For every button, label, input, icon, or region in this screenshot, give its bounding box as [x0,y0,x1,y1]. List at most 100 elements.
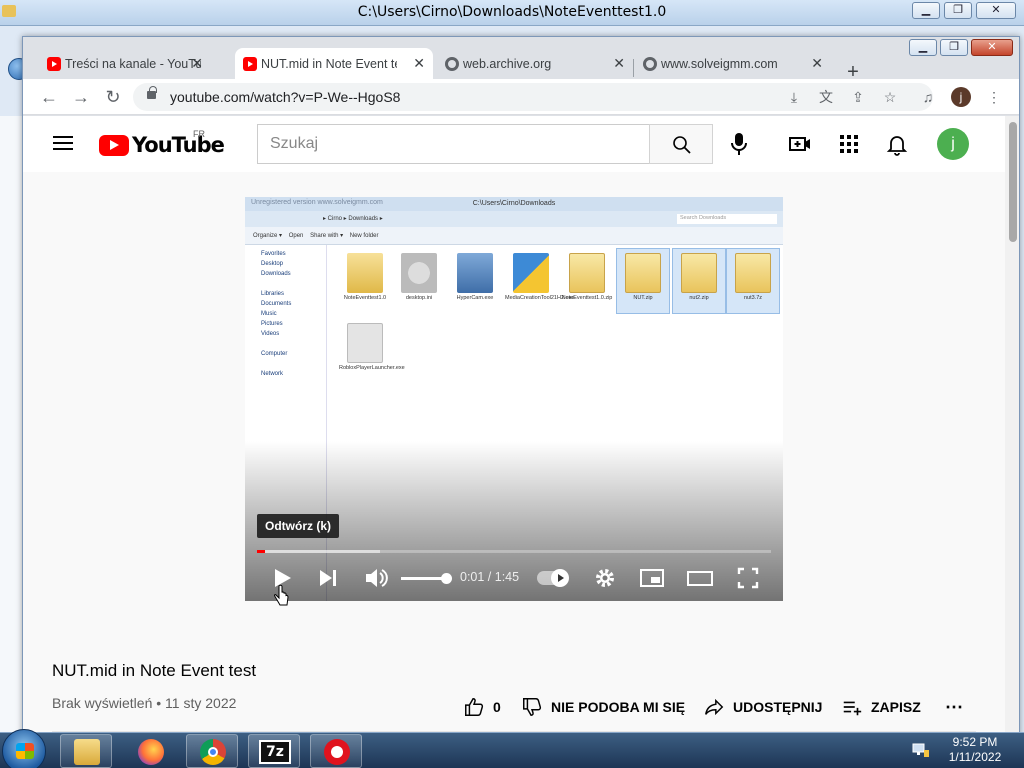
dislike-label: NIE PODOBA MI SIĘ [551,699,686,715]
like-count: 0 [493,699,501,715]
recorder-icon [324,739,350,765]
video-watermark: Unregistered version www.solveigmm.com [251,199,383,206]
file-item: RobloxPlayerLauncher.exe [339,319,405,383]
dislike-button[interactable]: NIE PODOBA MI SIĘ [521,692,685,722]
chrome-close-button[interactable]: ✕ [971,39,1013,56]
nav-item: Music [261,311,277,317]
search-input[interactable]: Szukaj [257,124,649,164]
clock-date: 1/11/2022 [948,750,1002,764]
create-video-icon[interactable] [788,132,812,156]
close-icon[interactable]: ✕ [413,55,425,72]
save-button[interactable]: ZAPISZ [841,692,921,722]
taskbar-firefox[interactable] [124,734,176,768]
progress-bar[interactable] [257,550,771,553]
share-button[interactable]: UDOSTĘPNIJ [703,692,822,722]
microphone-icon[interactable] [727,130,751,158]
more-actions-icon[interactable]: ⋯ [945,692,963,722]
search-icon [673,136,691,154]
tab-label: Treści na kanale - YouTube [65,56,201,71]
taskbar-chrome[interactable] [186,734,238,768]
back-button[interactable]: ← [37,85,61,109]
media-control-icon[interactable]: ♫ [919,88,937,106]
globe-icon [445,57,459,71]
nav-item: Videos [261,331,280,337]
save-label: ZAPISZ [871,699,921,715]
taskbar-explorer[interactable] [60,734,112,768]
close-icon[interactable]: ✕ [613,55,625,72]
player-controls: 0:01 / 1:45 [245,563,783,593]
lock-icon[interactable] [147,86,157,99]
forward-button[interactable]: → [69,85,93,109]
taskbar-7zip[interactable]: 7z [248,734,300,768]
install-icon[interactable]: ⤓ [785,88,803,106]
firefox-icon [138,739,164,765]
network-tray-icon[interactable] [912,742,930,758]
share-arrow-icon [705,698,724,716]
scrollbar-thumb[interactable] [1009,122,1017,242]
volume-slider-handle[interactable] [441,573,452,584]
video-frame-toolbar-item: Share with ▾ [310,233,344,239]
video-player[interactable]: C:\Users\Cirno\Downloads Unregistered ve… [245,197,783,601]
volume-icon[interactable] [361,563,391,593]
reload-button[interactable]: ↻ [101,85,125,109]
more-menu-icon[interactable]: ⋮ [985,88,1003,106]
nav-item: Network [261,371,284,377]
tab-solveigmm[interactable]: www.solveigmm.com ✕ [635,48,831,79]
thumbs-down-icon [523,698,542,716]
windows-logo-icon [16,743,34,759]
tab-channel-content[interactable]: Treści na kanale - YouTube ✕ [39,48,211,79]
close-icon[interactable]: ✕ [811,55,823,72]
file-item: NUT.zip [616,248,670,314]
settings-gear-icon[interactable] [590,563,620,593]
file-item: MediaCreationTool21H2.exe [505,249,574,313]
share-icon[interactable]: ⇪ [849,88,867,106]
tab-label: web.archive.org [463,56,552,71]
video-frame-addressbar: ▸ Cirno ▸ Downloads ▸ Search Downloads [245,211,783,227]
nav-item: Documents [261,301,292,307]
translate-icon[interactable]: 文 [817,88,835,106]
playlist-add-icon [843,701,862,716]
miniplayer-icon[interactable] [637,563,667,593]
search-placeholder: Szukaj [270,135,319,152]
nav-item: Favorites [261,251,286,257]
tab-web-archive[interactable]: web.archive.org ✕ [437,48,633,79]
video-frame-breadcrumb: ▸ Cirno ▸ Downloads ▸ [323,216,383,222]
video-frame-toolbar-item: New folder [349,233,379,239]
start-button[interactable] [2,729,46,768]
search-button[interactable] [649,124,713,164]
account-avatar[interactable]: j [937,128,969,160]
profile-avatar[interactable]: j [951,87,971,107]
like-button[interactable]: 0 [463,692,501,722]
autoplay-toggle[interactable] [537,569,569,587]
taskbar-recorder[interactable] [310,734,362,768]
youtube-header: YouTube FR Szukaj j [23,116,1005,172]
close-icon[interactable]: ✕ [191,55,203,72]
theater-mode-icon[interactable] [685,563,715,593]
menu-icon[interactable] [53,136,73,150]
url-text[interactable]: youtube.com/watch?v=P-We--HgoS8 [170,89,400,105]
restore-button[interactable]: ❐ [944,2,972,19]
7zip-icon: 7z [259,740,291,764]
file-item: nut2.zip [672,248,726,314]
page-scrollbar[interactable] [1005,116,1019,735]
notifications-bell-icon[interactable] [885,132,909,156]
video-frame-toolbar-item: Organize ▾ [253,233,283,239]
file-item: desktop.ini [393,249,445,313]
address-bar[interactable]: youtube.com/watch?v=P-We--HgoS8 ⤓ 文 ⇪ ☆ [133,83,933,111]
system-clock[interactable]: 9:52 PM 1/11/2022 [940,735,1010,765]
youtube-logo[interactable]: YouTube [99,133,225,157]
video-frame-toolbar: Organize ▾ Open Share with ▾ New folder [245,227,783,245]
outer-nav-pane [0,116,22,736]
chrome-icon [200,739,226,765]
next-icon[interactable] [313,563,343,593]
fullscreen-icon[interactable] [733,563,763,593]
close-button[interactable]: ✕ [976,2,1016,19]
globe-icon [643,57,657,71]
video-frame-toolbar-item: Open [288,233,304,239]
apps-grid-icon[interactable] [837,132,861,156]
minimize-button[interactable]: ▁ [912,2,940,19]
chrome-restore-button[interactable]: ❐ [940,39,968,56]
bookmark-star-icon[interactable]: ☆ [881,88,899,106]
nav-item: Desktop [261,261,284,267]
tab-video[interactable]: NUT.mid in Note Event test ✕ [235,48,433,79]
